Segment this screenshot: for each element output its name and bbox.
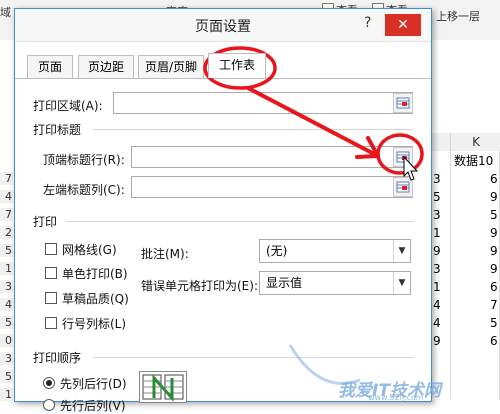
errors-select-value: 显示值: [266, 276, 303, 290]
top-rows-label: 顶端标题行(R):: [43, 153, 125, 167]
tab-sheet[interactable]: 工作表: [208, 53, 266, 78]
row-number[interactable]: 3: [0, 352, 13, 365]
tab-header-footer[interactable]: 页眉/页脚: [138, 55, 204, 78]
cell-j[interactable]: 3: [433, 208, 441, 222]
print-order-section-label: 打印顺序: [33, 351, 82, 365]
tab-margins[interactable]: 页边距: [78, 55, 134, 78]
range-select-icon: [396, 181, 410, 193]
row-number[interactable]: 4: [0, 190, 13, 203]
cell-j[interactable]: 9: [433, 244, 441, 258]
print-section-label: 打印: [33, 215, 58, 229]
print-titles-section-label: 打印标题: [33, 123, 82, 137]
down-then-over-radio[interactable]: [43, 377, 55, 389]
mono-checkbox[interactable]: [45, 267, 57, 279]
cell-j[interactable]: 3: [433, 262, 441, 276]
cell-j[interactable]: 3: [433, 172, 441, 186]
column-header-k[interactable]: K: [450, 133, 500, 151]
cell-k[interactable]: 5: [490, 316, 498, 330]
row-number[interactable]: 1: [0, 388, 13, 401]
row-number[interactable]: 7: [0, 208, 13, 221]
left-cols-input[interactable]: [131, 176, 413, 198]
row-number[interactable]: 5: [0, 370, 13, 383]
draft-checkbox[interactable]: [45, 292, 57, 304]
left-cols-label: 左端标题列(C):: [43, 183, 125, 197]
grid-line: [450, 151, 451, 400]
tab-page[interactable]: 页面: [27, 55, 73, 78]
cell-k[interactable]: 9: [490, 244, 498, 258]
page-setup-dialog: 页面设置 ? ✕ 页面 页边距 页眉/页脚 工作表 打印区域(A): 打印标题 …: [14, 8, 432, 413]
cell-k[interactable]: 6: [490, 334, 498, 348]
cell-k[interactable]: 6: [490, 172, 498, 186]
row-number[interactable]: 3: [0, 280, 13, 293]
ribbon-partial-label: 域: [0, 6, 11, 19]
row-number[interactable]: 5: [0, 316, 13, 329]
print-area-label: 打印区域(A):: [33, 99, 103, 113]
chevron-down-icon: ▼: [393, 240, 410, 262]
over-then-down-radio[interactable]: [43, 399, 55, 411]
section-divider: [93, 357, 413, 358]
chevron-down-icon: ▼: [393, 272, 410, 294]
range-select-icon: [396, 151, 410, 163]
cell-j[interactable]: 4: [433, 316, 441, 330]
row-number[interactable]: 4: [0, 298, 13, 311]
print-order-preview-icon: [142, 374, 184, 402]
row-number[interactable]: 5: [0, 244, 13, 257]
down-then-over-label[interactable]: 先列后行(D): [60, 375, 127, 392]
errors-select[interactable]: 显示值 ▼: [259, 271, 411, 295]
errors-label: 错误单元格打印为(E):: [141, 279, 258, 293]
range-select-icon: [396, 97, 410, 109]
ribbon-move-up-label[interactable]: 上移一层: [436, 8, 480, 24]
row-number[interactable]: 1: [0, 262, 13, 275]
watermark-url: www.52ij.com: [368, 393, 424, 402]
left-cols-ref-button[interactable]: [393, 177, 413, 197]
print-area-ref-button[interactable]: [393, 93, 413, 113]
cell-j[interactable]: 1: [433, 280, 441, 294]
cell-j[interactable]: 5: [433, 190, 441, 204]
cell-k[interactable]: 9: [490, 226, 498, 240]
section-divider: [93, 129, 413, 130]
cell-k[interactable]: 7: [490, 298, 498, 312]
cell-j[interactable]: 1: [433, 226, 441, 240]
cell-k[interactable]: 9: [490, 190, 498, 204]
cell-j[interactable]: 4: [433, 298, 441, 312]
gridlines-label[interactable]: 网格线(G): [62, 241, 117, 258]
cell-j[interactable]: 9: [433, 334, 441, 348]
section-divider: [67, 221, 413, 222]
cell-k[interactable]: 6: [490, 280, 498, 294]
row-col-headers-checkbox[interactable]: [45, 317, 57, 329]
comments-label: 批注(M):: [141, 247, 189, 261]
mono-label[interactable]: 单色打印(B): [62, 265, 128, 282]
comments-select[interactable]: (无) ▼: [259, 239, 411, 263]
row-number[interactable]: 7: [0, 172, 13, 185]
close-button[interactable]: ✕: [385, 14, 421, 36]
cell-k[interactable]: 9: [490, 262, 498, 276]
comments-select-value: (无): [266, 244, 288, 258]
draft-label[interactable]: 草稿品质(Q): [62, 290, 129, 307]
print-area-input[interactable]: [113, 92, 413, 114]
cell-k-header[interactable]: 数据10: [454, 152, 493, 169]
row-col-headers-label[interactable]: 行号列标(L): [62, 315, 126, 332]
row-number[interactable]: 0: [0, 334, 13, 347]
row-number[interactable]: 2: [0, 226, 13, 239]
top-rows-ref-button[interactable]: [393, 147, 413, 167]
gridlines-checkbox[interactable]: [45, 243, 57, 255]
tab-panel-divider: [15, 78, 431, 79]
top-rows-input[interactable]: [131, 146, 413, 168]
print-order-preview: [139, 371, 187, 403]
dialog-titlebar[interactable]: 页面设置 ? ✕: [15, 9, 431, 42]
help-button[interactable]: ?: [364, 15, 371, 31]
cell-k[interactable]: 5: [490, 208, 498, 222]
